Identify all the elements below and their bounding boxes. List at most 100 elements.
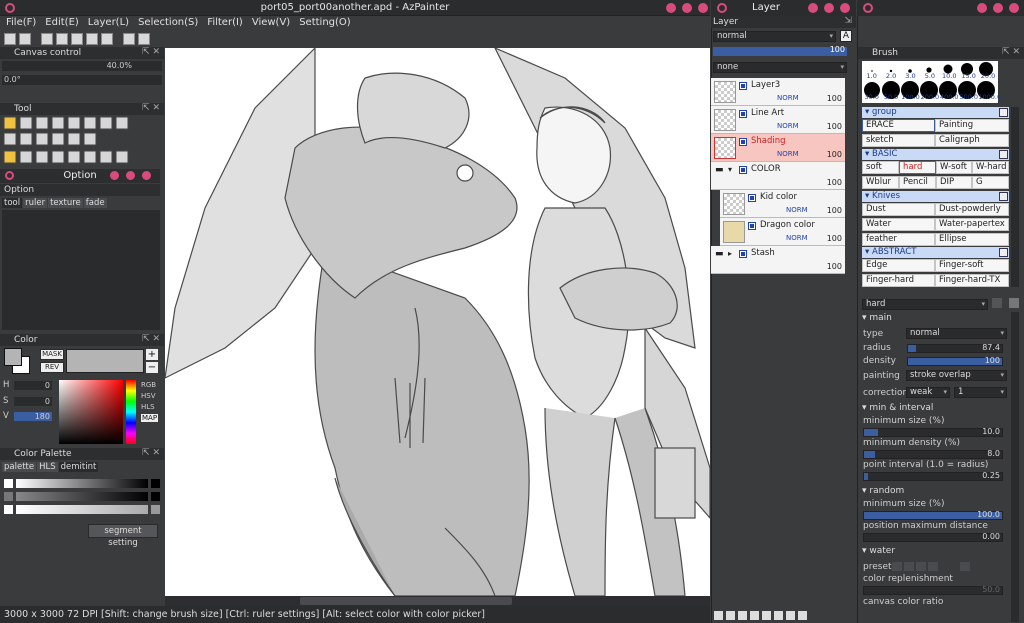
brush-item[interactable]: Water-papertex: [935, 218, 1009, 231]
flip-icon[interactable]: [56, 33, 68, 45]
layer-blend-select[interactable]: normal: [713, 31, 836, 42]
brush-item[interactable]: ERACE: [862, 119, 935, 132]
layer-opacity-slider[interactable]: 100: [713, 45, 847, 56]
brush-item[interactable]: DIP: [936, 176, 972, 189]
water-preset-buttons[interactable]: [892, 562, 970, 571]
option-close-button[interactable]: [142, 171, 151, 180]
menu-file[interactable]: File(F): [6, 17, 36, 28]
foreground-color-swatch[interactable]: [4, 348, 22, 366]
new-folder-icon[interactable]: [726, 610, 735, 620]
brush-minimize-button[interactable]: [977, 3, 987, 13]
open-file-icon[interactable]: [19, 33, 31, 45]
visibility-icon[interactable]: [748, 194, 756, 202]
move-up-icon[interactable]: [786, 610, 795, 620]
tab-hls[interactable]: HLS: [37, 462, 58, 472]
tab-tool[interactable]: tool: [2, 198, 23, 208]
expand-icon[interactable]: ▸: [728, 249, 732, 258]
painting-select[interactable]: stroke overlap: [906, 370, 1007, 381]
layer-row[interactable]: Kid color NORM 100: [720, 190, 845, 218]
layer-row[interactable]: Line Art NORM 100: [711, 106, 845, 134]
brush-item[interactable]: Finger-hard: [862, 274, 935, 287]
visibility-icon[interactable]: [748, 222, 756, 230]
mode-map[interactable]: MAP: [141, 414, 159, 422]
brush-group-header[interactable]: ▾ ABSTRACT: [862, 247, 1009, 258]
expand-icon[interactable]: ▾: [728, 165, 732, 174]
section-water[interactable]: ▾ water: [862, 546, 895, 556]
brush-item[interactable]: W-hard: [972, 161, 1009, 174]
brush-size-grid[interactable]: 1.0 2.0 3.0 5.0 10.0 15.0 20.0 30.0 50.0…: [862, 61, 1001, 103]
grid-icon[interactable]: [41, 33, 53, 45]
brush-item[interactable]: Ellipse: [935, 233, 1009, 246]
maximize-button[interactable]: [682, 3, 692, 13]
menu-selection[interactable]: Selection(S): [138, 17, 198, 28]
mode-hsv[interactable]: HSV: [141, 392, 158, 400]
redo-icon[interactable]: [138, 33, 150, 45]
visibility-icon[interactable]: [739, 138, 747, 146]
option-minimize-button[interactable]: [110, 171, 119, 180]
visibility-icon[interactable]: [739, 166, 747, 174]
undo-icon[interactable]: [123, 33, 135, 45]
brush-item[interactable]: Water: [862, 218, 935, 231]
section-random[interactable]: ▾ random: [862, 486, 904, 496]
segment-setting-button[interactable]: segment setting: [88, 524, 158, 548]
channel-v-slider[interactable]: 180: [14, 412, 52, 421]
save-icon[interactable]: [101, 33, 113, 45]
brush-item[interactable]: feather: [862, 233, 935, 246]
layer-row[interactable]: Layer3 NORM 100: [711, 78, 845, 106]
brush-item[interactable]: Dust: [862, 203, 935, 216]
channel-s-slider[interactable]: 0: [14, 397, 52, 406]
brush-save-icon[interactable]: [992, 298, 1002, 308]
close-button[interactable]: [698, 3, 708, 13]
brush-close-button[interactable]: [1009, 3, 1019, 13]
hue-bar[interactable]: [126, 380, 136, 444]
option-maximize-button[interactable]: [126, 171, 135, 180]
min-density-slider[interactable]: 8.0: [863, 449, 1003, 459]
brush-props-scrollbar[interactable]: [1011, 312, 1019, 622]
tab-palette[interactable]: palette: [2, 462, 37, 472]
brush-item[interactable]: Edge: [862, 259, 935, 272]
brush-group-header[interactable]: ▾ group: [862, 107, 1009, 118]
drawing-canvas[interactable]: [165, 48, 710, 596]
folder-row[interactable]: ▬ ▸ Stash 100: [711, 246, 845, 274]
brush-item[interactable]: sketch: [862, 134, 935, 147]
menu-filter[interactable]: Filter(I): [207, 17, 243, 28]
menu-layer[interactable]: Layer(L): [88, 17, 129, 28]
layer-row-selected[interactable]: Shading NORM 100: [711, 134, 845, 162]
new-file-icon[interactable]: [4, 33, 16, 45]
correction-level-select[interactable]: 1: [954, 387, 1007, 398]
scrollbar-thumb[interactable]: [300, 597, 512, 605]
brush-item[interactable]: Wblur: [862, 176, 899, 189]
minimize-button[interactable]: [666, 3, 676, 13]
visibility-icon[interactable]: [739, 250, 747, 258]
delete-layer-icon[interactable]: [774, 610, 783, 620]
layer-row[interactable]: Dragon color NORM 100: [720, 218, 845, 246]
brush-menu-icon[interactable]: [1009, 298, 1019, 308]
brush-item[interactable]: W-soft: [936, 161, 972, 174]
section-main[interactable]: ▾ main: [862, 313, 892, 323]
color-sv-picker[interactable]: [59, 380, 123, 444]
brush-item[interactable]: Painting: [935, 119, 1009, 132]
remove-color-icon[interactable]: −: [146, 362, 158, 373]
copy-layer-icon[interactable]: [738, 610, 747, 620]
rev-button[interactable]: REV: [40, 362, 64, 373]
demitint-gradients[interactable]: [4, 479, 160, 519]
tab-ruler[interactable]: ruler: [23, 198, 48, 208]
brush-item[interactable]: Finger-soft: [935, 259, 1009, 272]
clear-layer-icon[interactable]: [762, 610, 771, 620]
brush-group-header[interactable]: ▾ BASIC: [862, 149, 1009, 160]
mask-button[interactable]: MASK: [40, 349, 64, 360]
visibility-icon[interactable]: [739, 82, 747, 90]
tab-demitint[interactable]: demitint: [58, 462, 99, 472]
random-size-slider[interactable]: 100.0: [863, 510, 1003, 520]
tab-fade[interactable]: fade: [83, 198, 107, 208]
zoom-slider[interactable]: 40.0%: [2, 61, 162, 71]
new-layer-icon[interactable]: [714, 610, 723, 620]
random-pos-slider[interactable]: 0.00: [863, 532, 1003, 542]
replenish-slider[interactable]: 50.0: [863, 585, 1003, 595]
density-slider[interactable]: 100: [907, 356, 1003, 366]
move-down-icon[interactable]: [798, 610, 807, 620]
radius-slider[interactable]: 87.4: [907, 343, 1003, 353]
brush-item[interactable]: Pencil: [899, 176, 936, 189]
brush-type-select[interactable]: normal: [906, 328, 1007, 339]
tab-texture[interactable]: texture: [48, 198, 83, 208]
